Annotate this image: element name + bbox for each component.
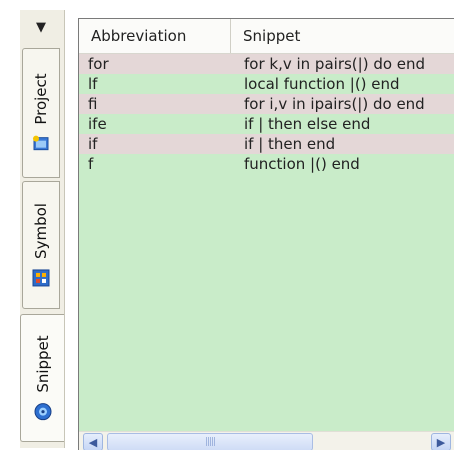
- snippet-cell: if | then else end: [244, 115, 371, 133]
- table-row[interactable]: ife if | then else end: [79, 114, 454, 134]
- abbreviation-cell: for: [88, 55, 109, 73]
- tab-symbol-label: Symbol: [32, 203, 50, 259]
- snippet-list-panel: Abbreviation Snippet for for k,v in pair…: [78, 18, 454, 450]
- table-row[interactable]: lf local function |() end: [79, 74, 454, 94]
- column-header-row: Abbreviation Snippet: [79, 19, 454, 54]
- scroll-right-icon[interactable]: ▶: [431, 433, 451, 450]
- scroll-left-icon[interactable]: ◀: [83, 433, 103, 450]
- symbol-icon: [32, 269, 50, 287]
- tab-project-label: Project: [32, 73, 50, 125]
- scrollbar-grip-icon: |||||: [204, 437, 216, 447]
- tab-snippet-label: Snippet: [33, 335, 52, 393]
- table-row[interactable]: for for k,v in pairs(|) do end: [79, 54, 454, 74]
- snippet-cell: function |() end: [244, 155, 360, 173]
- column-header-abbreviation[interactable]: Abbreviation: [79, 19, 231, 53]
- tab-project[interactable]: Project: [22, 48, 60, 178]
- vertical-tab-strip: ▼ Project Symbol Snippet: [20, 10, 65, 448]
- snippet-cell: for i,v in ipairs(|) do end: [244, 95, 425, 113]
- abbreviation-cell: fi: [88, 95, 98, 113]
- tab-symbol[interactable]: Symbol: [22, 181, 60, 309]
- tab-snippet[interactable]: Snippet: [20, 314, 64, 442]
- snippet-rows: for for k,v in pairs(|) do end lf local …: [79, 54, 454, 174]
- horizontal-scrollbar[interactable]: ◀ ||||| ▶: [79, 431, 454, 450]
- snippet-cell: if | then end: [244, 135, 336, 153]
- scrollbar-thumb[interactable]: |||||: [107, 433, 313, 450]
- snippet-cell: local function |() end: [244, 75, 400, 93]
- table-row[interactable]: if if | then end: [79, 134, 454, 154]
- table-row[interactable]: f function |() end: [79, 154, 454, 174]
- snippet-tool-window: ▼ Project Symbol Snippet Abbreviation Sn…: [0, 0, 454, 450]
- abbreviation-cell: ife: [88, 115, 107, 133]
- column-header-snippet[interactable]: Snippet: [231, 19, 454, 53]
- tab-menu-arrow-icon[interactable]: ▼: [26, 14, 56, 40]
- snippet-icon: [34, 403, 52, 421]
- abbreviation-cell: lf: [88, 75, 98, 93]
- abbreviation-cell: f: [88, 155, 94, 173]
- table-row[interactable]: fi for i,v in ipairs(|) do end: [79, 94, 454, 114]
- snippet-cell: for k,v in pairs(|) do end: [244, 55, 426, 73]
- project-icon: [32, 135, 50, 153]
- abbreviation-cell: if: [88, 135, 98, 153]
